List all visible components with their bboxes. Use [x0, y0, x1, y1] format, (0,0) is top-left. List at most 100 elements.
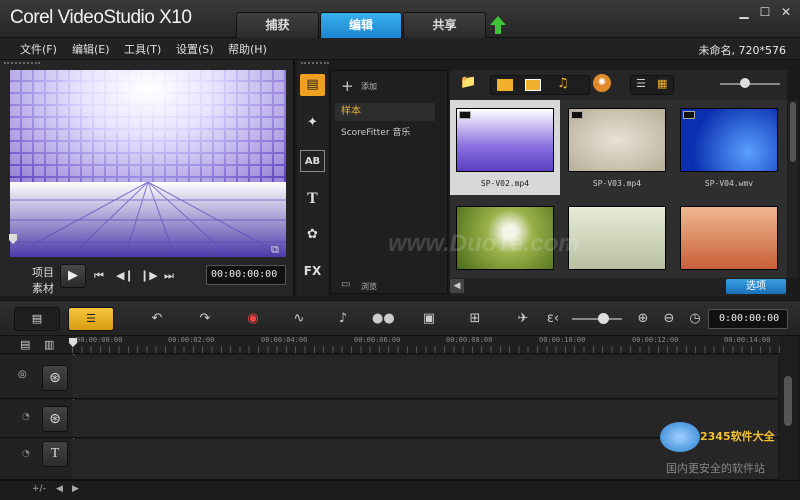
add-track-icon[interactable]: +/- [32, 484, 46, 494]
zoom-in-icon[interactable]: ⊕ [632, 309, 654, 329]
sound-mixer-icon[interactable]: ∿ [288, 309, 310, 329]
next-frame-button[interactable]: ❙▶ [140, 269, 158, 282]
title-icon[interactable]: T [300, 188, 325, 210]
browse-icon[interactable]: ▭ [341, 279, 350, 290]
track-lock-icon[interactable]: ◔ [22, 449, 30, 459]
instant-effects-icon[interactable]: ✺ [593, 74, 611, 92]
brand-mascot-icon [660, 422, 700, 452]
chapter-point-icon[interactable]: ▥ [44, 338, 54, 351]
mode-project-label[interactable]: 项目 [32, 264, 54, 280]
list-view-icon[interactable]: ☰ [636, 77, 646, 90]
scroll-left-icon[interactable]: ◀ [450, 279, 464, 293]
fit-project-icon[interactable]: ⊖ [658, 309, 680, 329]
thumbnail-view-icon[interactable]: ▦ [657, 77, 667, 90]
storyboard-view-icon[interactable]: ▤ [14, 307, 60, 331]
auto-music-icon[interactable]: ♪ [332, 309, 354, 329]
library-scroll-thumb[interactable] [790, 102, 796, 162]
track-lock-icon[interactable]: ◔ [22, 412, 30, 422]
add-folder-label[interactable]: 添加 [361, 81, 377, 92]
panel-grip[interactable] [4, 62, 40, 65]
timeline-horizontal-scrollbar[interactable]: +/- ◀ ▶ [0, 480, 800, 500]
preview-timecode[interactable]: 00:00:00:00 [206, 265, 286, 285]
transition-icon[interactable]: AB [300, 150, 325, 172]
subtitle-editor-icon[interactable]: ▣ [418, 309, 440, 329]
app-title: Corel VideoStudio X10 [10, 7, 192, 28]
tab-capture[interactable]: 捕获 [236, 12, 319, 38]
library-grip[interactable] [301, 62, 329, 64]
motion-tracking-icon[interactable]: ●● [372, 309, 395, 329]
mode-clip-label[interactable]: 素材 [32, 280, 54, 296]
track-manager-header: ▤ ▥ [0, 336, 72, 354]
filter-fx-icon[interactable]: FX [300, 260, 325, 282]
options-label: 选项 [746, 281, 766, 292]
instant-project-icon[interactable]: ✦ [300, 112, 325, 134]
clock-icon[interactable]: ◷ [684, 309, 706, 329]
tab-edit[interactable]: 编辑 [320, 12, 402, 38]
brand-slogan: 国内更安全的软件站 [666, 462, 765, 475]
open-folder-icon[interactable]: 📁 [460, 75, 476, 90]
scroll-left-arrow-icon[interactable]: ◀ [56, 484, 63, 494]
upload-arrow-icon[interactable] [490, 16, 506, 34]
zoom-fit-icon[interactable]: ε‹ [542, 309, 564, 329]
show-videos-icon[interactable] [497, 79, 513, 91]
tab-share[interactable]: 共享 [403, 12, 486, 38]
minimize-icon[interactable]: ▁ [736, 4, 752, 20]
thumbnail-item[interactable]: SP-V04.wmv [674, 100, 784, 195]
add-folder-icon[interactable]: + [341, 77, 354, 95]
enlarge-preview-icon[interactable]: ⧉ [271, 243, 279, 257]
menu-tools[interactable]: 工具(T) [124, 41, 161, 57]
graphic-icon[interactable]: ✿ [300, 224, 325, 246]
title-bar: Corel VideoStudio X10 捕获 编辑 共享 ▁ ☐ ✕ [0, 0, 800, 38]
library-side-bar: ▤ ✦ AB T ✿ FX [297, 60, 329, 296]
timeline-timecode[interactable]: 0:00:00:00 [708, 309, 788, 329]
close-icon[interactable]: ✕ [778, 4, 794, 20]
thumbnail-caption: SP-V03.mp4 [592, 179, 642, 188]
thumbnail-caption: SP-V02.mp4 [480, 179, 530, 188]
track-manager-icon[interactable]: ▤ [20, 338, 30, 351]
play-button[interactable]: ▶ [60, 264, 86, 288]
video-track-icon[interactable]: ⊛ [42, 365, 68, 391]
menu-file[interactable]: 文件(F) [20, 41, 57, 57]
multi-camera-icon[interactable]: ⊞ [464, 309, 486, 329]
timeline-view-icon[interactable]: ☰ [68, 307, 114, 331]
thumbnail-size-knob[interactable] [740, 78, 750, 88]
overlay-track-icon[interactable]: ⊛ [42, 406, 68, 432]
zoom-slider-knob[interactable] [598, 313, 609, 324]
undo-icon[interactable]: ↶ [146, 309, 168, 329]
previous-frame-button[interactable]: ◀❙ [116, 269, 134, 282]
show-audio-icon[interactable]: ♫ [557, 76, 569, 91]
browse-label[interactable]: 浏览 [361, 281, 377, 292]
thumbnail-image [680, 108, 778, 172]
library-scrollbar[interactable] [788, 100, 798, 278]
ruler-tick-label: 00:00:14:00 [724, 336, 771, 344]
folder-item-sample[interactable]: 样本 [335, 103, 435, 121]
thumbnail-size-slider[interactable] [720, 83, 780, 85]
zoom-slider[interactable] [572, 318, 622, 320]
preview-timecode-value: 00:00:00:00 [211, 269, 278, 280]
timeline-scroll-thumb[interactable] [784, 376, 792, 426]
overlay-track-header: ◔ ⊛ [0, 400, 72, 438]
scroll-right-arrow-icon[interactable]: ▶ [72, 484, 79, 494]
menu-help[interactable]: 帮助(H) [228, 41, 267, 57]
title-track-icon[interactable]: T [42, 441, 68, 467]
video-badge-icon [683, 111, 695, 119]
ruler-tick-label: 00:00:04:00 [261, 336, 308, 344]
home-button[interactable]: ⏮ [94, 269, 104, 283]
show-photos-icon[interactable] [525, 79, 541, 91]
redo-icon[interactable]: ↷ [194, 309, 216, 329]
video-track[interactable] [72, 355, 778, 399]
thumbnail-item[interactable]: SP-V02.mp4 [450, 100, 560, 195]
end-button[interactable]: ⏭ [164, 269, 174, 283]
time-remapping-icon[interactable]: ✈ [512, 309, 534, 329]
track-visibility-icon[interactable]: ◎ [18, 369, 27, 380]
thumbnail-item[interactable]: SP-V03.mp4 [562, 100, 672, 195]
record-capture-icon[interactable]: ◉ [242, 309, 264, 329]
folder-item-scorefitter[interactable]: ScoreFitter 音乐 [341, 125, 410, 138]
menu-edit[interactable]: 编辑(E) [72, 41, 110, 57]
timeline-ruler[interactable]: 00:00:00:00 00:00:02:00 00:00:04:00 00:0… [72, 336, 780, 354]
menu-settings[interactable]: 设置(S) [176, 41, 214, 57]
ruler-tick-label: 00:00:10:00 [539, 336, 586, 344]
options-button[interactable]: 选项 [726, 279, 786, 294]
maximize-icon[interactable]: ☐ [757, 4, 773, 20]
media-library-icon[interactable]: ▤ [300, 74, 325, 96]
